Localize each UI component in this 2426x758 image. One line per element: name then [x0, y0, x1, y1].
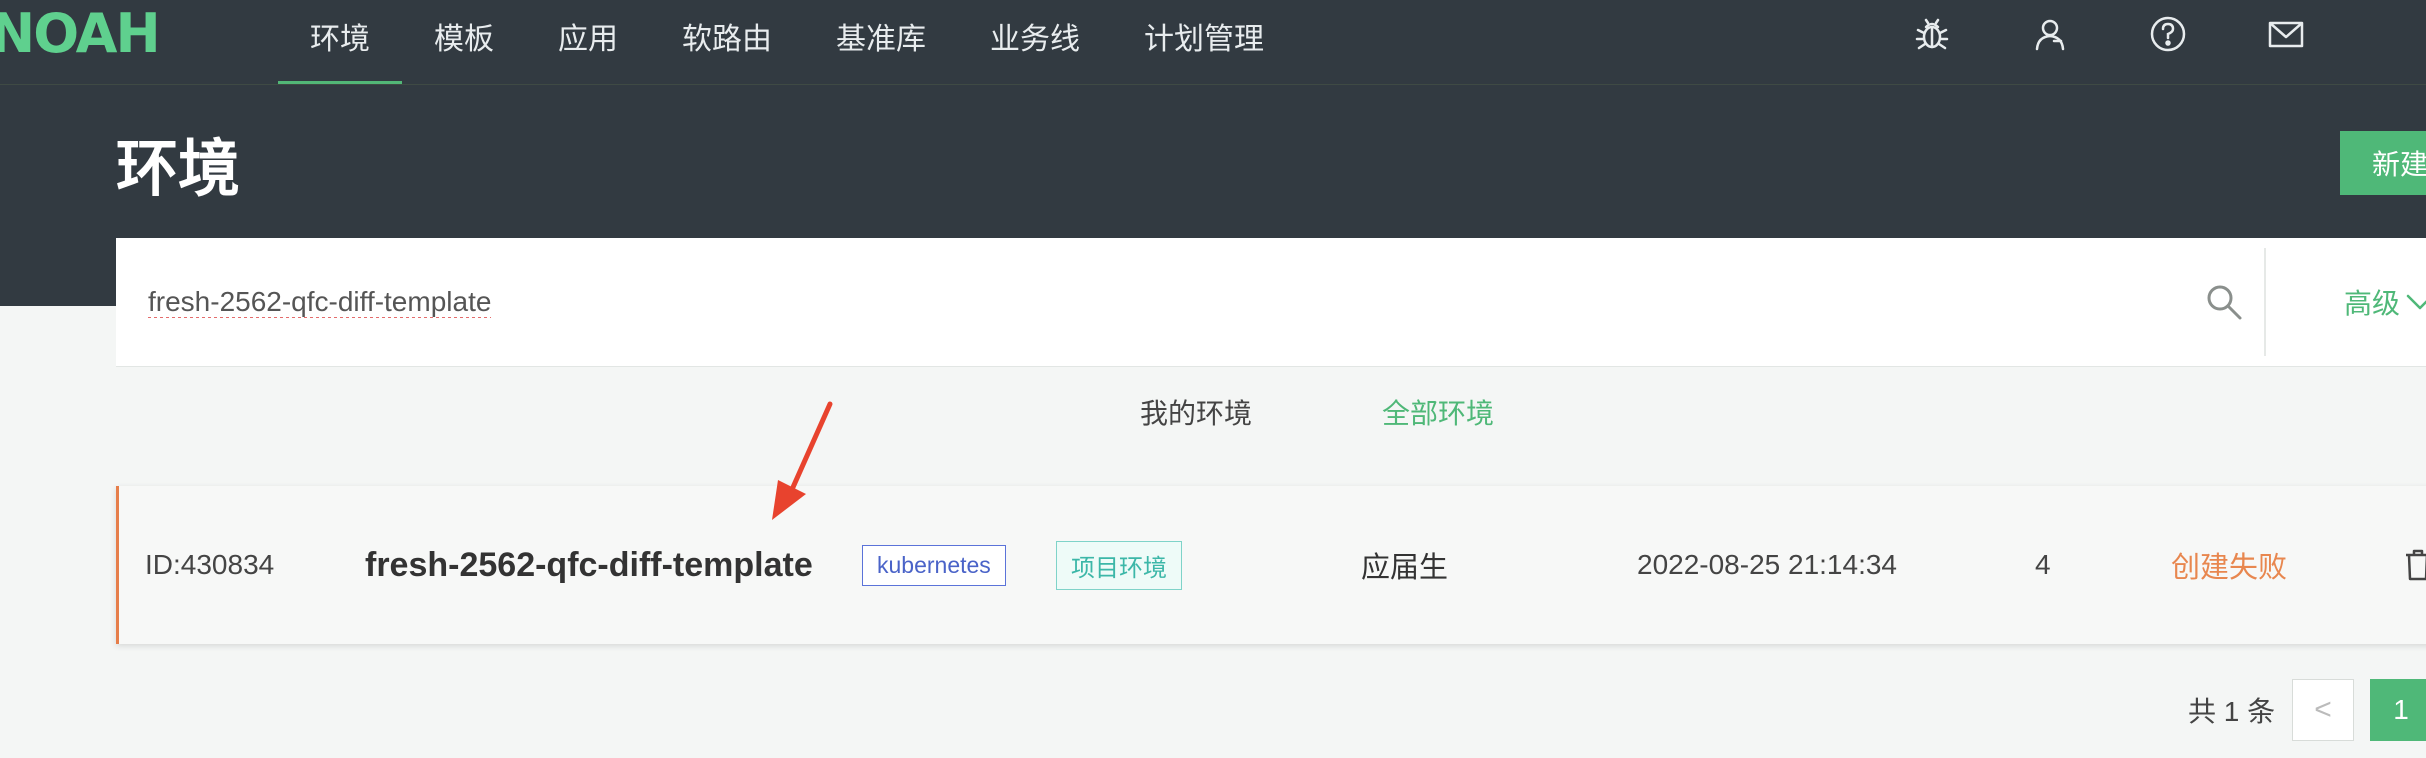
search-divider [2264, 248, 2266, 356]
new-environment-button[interactable]: 新建 [2340, 131, 2426, 195]
pagination-page-1[interactable]: 1 [2370, 679, 2426, 741]
project-environment-tag: 项目环境 [1056, 540, 1182, 590]
pagination-prev-button[interactable]: < [2292, 679, 2354, 741]
user-icon[interactable] [2028, 12, 2072, 56]
nav-item-soft-route[interactable]: 软路由 [650, 0, 804, 84]
page-title: 环境 [116, 135, 241, 204]
platform-tag: kubernetes [862, 486, 1006, 644]
nav-item-application[interactable]: 应用 [526, 0, 650, 84]
search-input[interactable] [148, 280, 2148, 324]
pagination-total: 共 1 条 [2188, 696, 2276, 727]
search-icon[interactable] [2196, 274, 2252, 330]
tab-my-environments[interactable]: 我的环境 [1140, 392, 1252, 432]
tab-all-environments[interactable]: 全部环境 [1382, 392, 1494, 432]
main-nav: 环境 模板 应用 软路由 基准库 业务线 计划管理 [278, 0, 1296, 84]
annotation-arrow-icon [772, 401, 833, 520]
search-panel: 高级 [116, 238, 2426, 367]
nav-item-baseline-lib[interactable]: 基准库 [804, 0, 958, 84]
environment-id: ID:430834 [145, 549, 275, 580]
delete-icon[interactable] [2403, 486, 2426, 644]
mail-icon[interactable] [2264, 12, 2308, 56]
nav-item-business-line[interactable]: 业务线 [958, 0, 1112, 84]
status-badge: 创建失败 [2171, 552, 2288, 584]
top-navbar: NOAH 环境 模板 应用 软路由 基准库 业务线 计划管理 [0, 0, 2426, 85]
advanced-label: 高级 [2344, 288, 2401, 319]
noah-logo[interactable]: NOAH [0, 0, 161, 66]
instance-count: 4 [2035, 549, 2051, 580]
nav-item-plan-management[interactable]: 计划管理 [1112, 0, 1296, 84]
environment-scope-tabs: 我的环境 全部环境 [1140, 392, 1624, 432]
type-tag: 项目环境 [1056, 486, 1182, 644]
bug-icon[interactable] [1910, 12, 1954, 56]
kubernetes-tag: kubernetes [862, 544, 1006, 586]
environment-name[interactable]: fresh-2562-qfc-diff-template [365, 486, 813, 644]
environment-row[interactable]: ID:430834 fresh-2562-qfc-diff-template k… [116, 486, 2426, 644]
chevron-down-icon [2406, 294, 2426, 310]
nav-icon-group [1910, 12, 2382, 56]
nav-item-environment[interactable]: 环境 [278, 0, 402, 84]
environment-owner: 应届生 [1361, 552, 1449, 584]
advanced-filter-toggle[interactable]: 高级 [2344, 282, 2426, 322]
created-time: 2022-08-25 21:14:34 [1637, 549, 1897, 580]
logo-text: NOAH [0, 1, 161, 65]
help-icon[interactable] [2146, 12, 2190, 56]
nav-item-template[interactable]: 模板 [402, 0, 526, 84]
